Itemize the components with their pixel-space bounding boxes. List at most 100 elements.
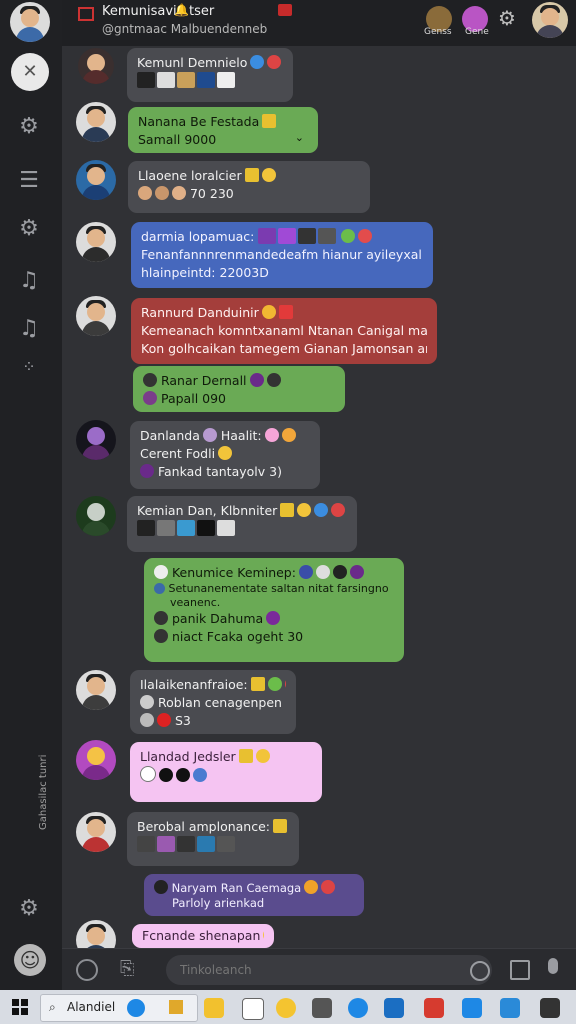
mini-avatar <box>155 186 169 200</box>
music-note-icon[interactable]: ♫ <box>14 314 44 344</box>
warning-icon <box>250 677 265 691</box>
emoji-icon <box>261 168 276 182</box>
user-avatar[interactable] <box>10 2 50 42</box>
avatar[interactable] <box>78 48 114 84</box>
edge-icon[interactable] <box>127 999 145 1017</box>
sender-name: Danlanda <box>140 428 200 443</box>
top-bar: Kemunisavi 🔔 tser @gntmaac Malbuendenneb… <box>62 0 576 46</box>
image-icon[interactable] <box>510 960 530 980</box>
sender-name: Berobal amplonance: <box>137 819 270 834</box>
browser-icon[interactable] <box>348 998 368 1018</box>
message-bubble: Ilalaikenanfraioe: Roblan cenagenpen S3 <box>130 670 296 734</box>
mail-icon[interactable] <box>462 998 482 1018</box>
message-text: S3 <box>174 713 191 728</box>
history-icon[interactable] <box>76 959 98 981</box>
avatar[interactable] <box>76 420 116 460</box>
tray-icon[interactable] <box>540 998 560 1018</box>
reaction-icon <box>298 565 313 579</box>
microphone-icon[interactable] <box>548 958 558 974</box>
flag-icon[interactable] <box>278 4 292 16</box>
reaction-icon <box>281 428 296 442</box>
reaction-icon <box>321 880 336 894</box>
message-bubble: Fcnande shenapan <box>132 924 274 948</box>
warning-icon <box>280 503 295 517</box>
app-icon[interactable] <box>169 1000 183 1014</box>
windows-start-icon[interactable] <box>12 999 28 1015</box>
music-note-icon[interactable]: ♫ <box>14 266 44 296</box>
avatar[interactable] <box>76 812 116 852</box>
reaction-icon <box>267 55 282 69</box>
reaction-icon <box>358 229 373 243</box>
message-text: Cerent Fodli <box>140 446 216 461</box>
mini-avatar <box>143 391 157 405</box>
mini-avatar <box>140 713 154 727</box>
avatar[interactable] <box>76 296 116 336</box>
office-icon[interactable] <box>424 998 444 1018</box>
message-text: Papall 090 <box>160 391 226 406</box>
sender-name: Kenumice Keminep: <box>171 565 296 580</box>
more-icon[interactable]: ⁘ <box>14 352 44 382</box>
message-bubble: Danlanda Haalit: Cerent Fodli Fankad tan… <box>130 421 320 489</box>
verified-icon <box>250 55 265 69</box>
attach-icon[interactable]: ⎘ <box>120 958 134 979</box>
search-icon: ⌕ <box>49 1000 56 1014</box>
sender-name: darmia lopamuac: <box>141 229 255 244</box>
taskbar-search[interactable]: Alandiel ⌕ <box>40 994 198 1022</box>
title-bell-icon: 🔔 <box>174 3 189 17</box>
mini-avatar <box>172 186 186 200</box>
settings-icon[interactable]: ⚙ <box>14 894 44 924</box>
chat-title: Kemunisavi <box>102 4 177 19</box>
avatar[interactable] <box>76 496 116 536</box>
message-bubble: Kenumice Keminep: Setunanementate saltan… <box>144 558 404 662</box>
avatar[interactable] <box>76 102 116 142</box>
message-text: Kon golhcaikan tamegem Gianan Jamonsan a… <box>141 341 427 356</box>
heart-icon <box>157 713 171 727</box>
profile-avatar[interactable] <box>532 2 568 38</box>
warning-icon <box>273 819 287 833</box>
mini-avatar <box>140 464 154 478</box>
reaction-icon <box>332 565 347 579</box>
emoji-icon[interactable]: ☺ <box>14 944 46 976</box>
mini-avatar <box>138 186 152 200</box>
message-bubble: Nanana Be Festada Samall 9000 ⌄ <box>128 107 318 153</box>
message-input[interactable] <box>166 955 492 985</box>
message-text: 70 230 <box>189 186 234 201</box>
warning-icon <box>244 168 259 182</box>
avatar[interactable] <box>76 222 116 262</box>
close-icon[interactable]: ✕ <box>11 53 49 91</box>
emoji-icon <box>297 503 312 517</box>
avatar[interactable] <box>76 670 116 710</box>
gear-icon[interactable]: ⚙ <box>14 214 44 244</box>
list-icon[interactable]: ☰ <box>14 166 44 196</box>
mini-avatar <box>154 880 168 894</box>
file-explorer-icon[interactable] <box>204 998 224 1018</box>
avatar[interactable] <box>76 740 116 780</box>
message-bubble: Rannurd Danduinir Kemeanach komntxanaml … <box>131 298 437 364</box>
emoji-app-icon[interactable] <box>276 998 296 1018</box>
sender-name: Naryam Ran Caemaga <box>171 881 302 895</box>
warning-icon <box>262 114 277 128</box>
message-bubble: Kemunl Demnielo <box>127 48 293 102</box>
sender-name: Llandad Jedsler <box>140 749 236 764</box>
game-icon[interactable] <box>312 998 332 1018</box>
settings-gear-icon[interactable]: ⚙ <box>498 6 516 30</box>
emoji-picker-icon[interactable] <box>470 961 490 981</box>
reaction-icon <box>341 229 356 243</box>
sail-icon[interactable] <box>242 998 264 1020</box>
store-icon[interactable] <box>384 998 404 1018</box>
message-text: niact Fcaka ogeht 30 <box>171 629 304 644</box>
sidebar-vertical-label: Gahasilac tunri <box>38 754 49 830</box>
mini-avatar <box>154 565 168 579</box>
avatar[interactable] <box>76 160 116 200</box>
reaction-icon <box>266 611 281 625</box>
reaction-icon <box>284 677 286 691</box>
sender-name: Nanana Be Festada <box>138 114 260 129</box>
edge-browser-icon[interactable] <box>500 998 520 1018</box>
gear-icon[interactable]: ⚙ <box>14 112 44 142</box>
chat-subtitle: @gntmaac Malbuendenneb <box>102 22 268 36</box>
info-icon <box>154 583 165 594</box>
chevron-down-icon[interactable]: ⌄ <box>295 129 304 147</box>
reaction-icon <box>349 565 364 579</box>
message-bubble: Ranar Dernall Papall 090 <box>133 366 345 412</box>
group-label-1: Genss <box>424 27 452 37</box>
